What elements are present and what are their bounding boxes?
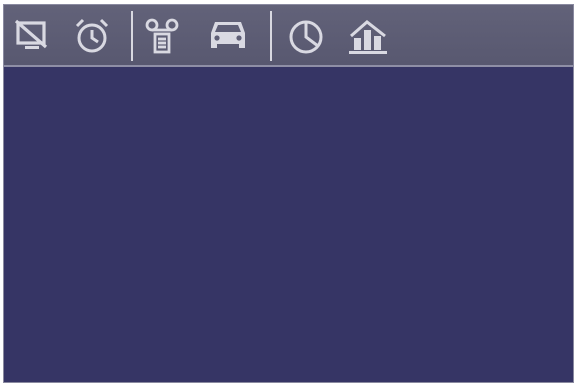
alarm-button[interactable] xyxy=(70,15,114,57)
toolbar-separator xyxy=(270,11,272,61)
monitor-off-icon xyxy=(14,19,48,49)
toolbar xyxy=(4,5,573,67)
bar-chart-button[interactable] xyxy=(346,15,390,57)
voicemail-button[interactable] xyxy=(140,15,184,57)
bar-chart-icon xyxy=(349,20,387,54)
toolbar-separator xyxy=(131,11,133,61)
app-window xyxy=(3,4,574,383)
main-content-area xyxy=(4,67,573,382)
alarm-clock-icon xyxy=(75,18,109,53)
car-icon xyxy=(211,22,245,48)
car-button[interactable] xyxy=(206,15,250,57)
pie-chart-button[interactable] xyxy=(284,15,328,57)
voicemail-icon xyxy=(145,18,179,54)
monitor-off-button[interactable] xyxy=(10,15,54,57)
pie-chart-icon xyxy=(289,20,323,54)
